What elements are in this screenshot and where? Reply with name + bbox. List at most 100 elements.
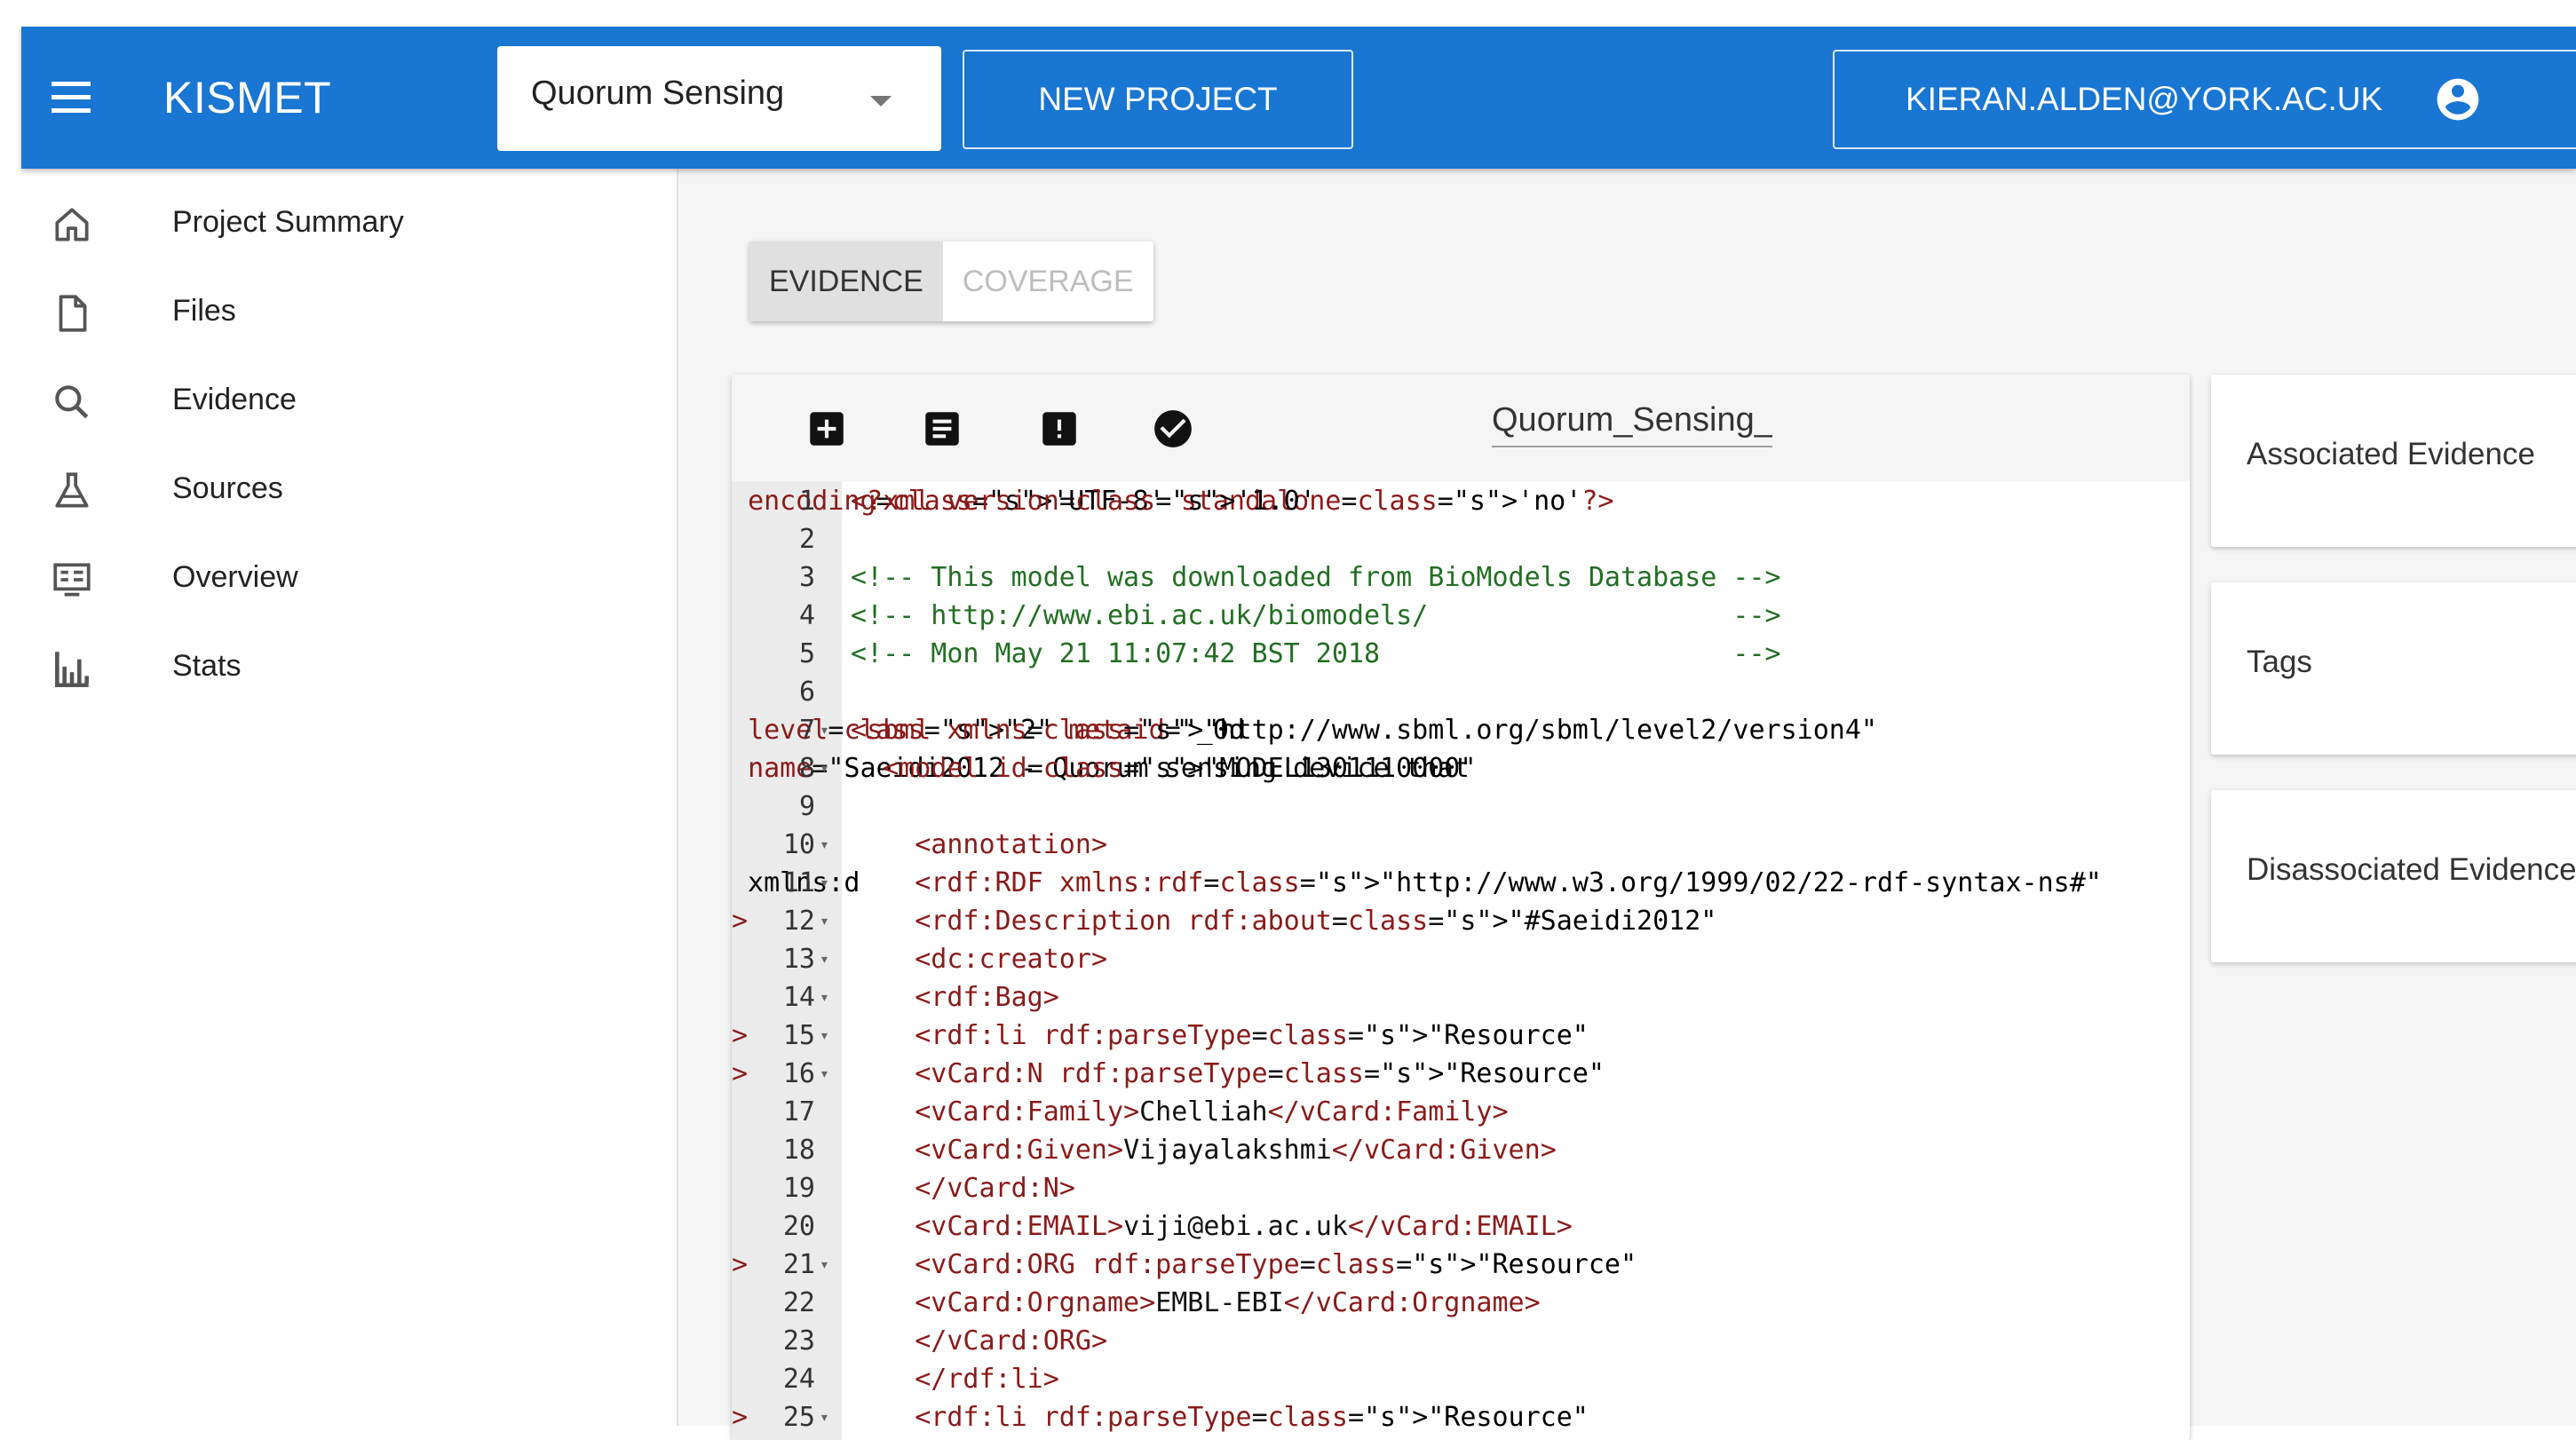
code-line[interactable]: 7 ▾ <sbml xmlns=class="s">"http://www.sbml… [732, 712, 2152, 749]
sidebar-item-project-summary[interactable]: Project Summary [0, 178, 677, 266]
code-text: <vCard:Given>Vijayalakshmi</vCard:Given> [915, 1135, 1557, 1166]
code-line[interactable]: 25 ▾ <rdf:li rdf:parseType=class="s">"Res… [732, 1399, 2152, 1436]
fold-arrow-icon[interactable]: ▾ [820, 1246, 829, 1284]
code-line[interactable]: 4 <!-- http://www.ebi.ac.uk/biomodels/ --… [732, 597, 2152, 635]
fold-arrow-icon[interactable]: ▾ [820, 865, 829, 902]
project-select-value: Quorum Sensing [531, 75, 785, 112]
sidebar-item-label: Evidence [172, 383, 297, 416]
fold-arrow-icon[interactable]: ▾ [820, 1056, 829, 1093]
tab-coverage[interactable]: COVERAGE [943, 241, 1153, 321]
chevron-down-icon [870, 96, 892, 107]
code-line[interactable]: 17 <vCard:Family>Chelliah</vCard:Family> [732, 1094, 2152, 1131]
sidebar: Project Summary Files Evidence Sources Overv… [0, 169, 678, 1426]
code-text: <rdf:li rdf:parseType=class="s">"Resourc… [915, 1402, 1589, 1433]
associated-evidence-panel[interactable]: Associated Evidence [2211, 375, 2576, 547]
line-number: 12 [782, 906, 815, 937]
sidebar-item-evidence[interactable]: Evidence [0, 355, 677, 444]
view-tabs: EVIDENCE COVERAGE [749, 241, 1153, 321]
code-line[interactable]: 18 <vCard:Given>Vijayalakshmi</vCard:Giv… [732, 1132, 2152, 1169]
line-number: 8 [798, 753, 815, 784]
code-line[interactable]: 21 ▾ <vCard:ORG rdf:parseType=class="s">"… [732, 1246, 2152, 1284]
editor-card: Quorum_Sensing_SBML... 1 <?xml version=cl… [732, 375, 2190, 1440]
code-line[interactable]: 2 [732, 521, 2152, 558]
code-text: <vCard:ORG rdf:parseType=class="s">"Reso… [915, 1249, 1637, 1280]
code-text: </vCard:ORG> [915, 1325, 1107, 1357]
fold-arrow-icon[interactable]: ▾ [820, 827, 829, 864]
code-text: <vCard:Orgname>EMBL-EBI</vCard:Orgname> [915, 1287, 1541, 1318]
line-number: 3 [798, 562, 815, 593]
sidebar-item-sources[interactable]: Sources [0, 444, 677, 533]
fold-arrow-icon[interactable]: ▾ [820, 903, 829, 940]
line-number: 17 [782, 1096, 815, 1127]
code-line[interactable]: 5 <!-- Mon May 21 11:07:42 BST 2018 --> [732, 636, 2152, 673]
fold-arrow-icon[interactable]: ▾ [820, 712, 829, 749]
tab-evidence[interactable]: EVIDENCE [749, 241, 943, 321]
fold-arrow-icon[interactable]: ▾ [820, 1017, 829, 1055]
code-line[interactable]: 13 ▾ <dc:creator> [732, 941, 2152, 978]
code-line[interactable]: 15 ▾ <rdf:li rdf:parseType=class="s">"Res… [732, 1017, 2152, 1055]
code-text: <!-- Mon May 21 11:07:42 BST 2018 --> [851, 638, 1781, 669]
code-line[interactable]: 8 ▾ <model id=class="s">"MODEL1301110000"… [732, 750, 2152, 787]
code-editor[interactable]: 1 <?xml version=class="s">'1.0' encoding=… [732, 481, 2190, 1440]
code-line[interactable]: 10 ▾ <annotation> [732, 827, 2152, 864]
line-number: 9 [798, 791, 815, 822]
tags-panel[interactable]: Tags [2211, 582, 2576, 755]
line-number: 24 [782, 1364, 815, 1395]
code-text: </rdf:li> [915, 1364, 1059, 1395]
fold-arrow-icon[interactable]: ▾ [820, 750, 829, 787]
line-number: 2 [798, 524, 815, 555]
code-text: <model id=class="s">"MODEL1301110000" [883, 753, 1477, 784]
flask-icon [55, 472, 89, 508]
code-line[interactable]: 22 <vCard:Orgname>EMBL-EBI</vCard:Orgnam… [732, 1285, 2152, 1322]
check-circle-icon[interactable] [1151, 407, 1195, 451]
code-line[interactable]: 16 ▾ <vCard:N rdf:parseType=class="s">"Re… [732, 1056, 2152, 1093]
fold-arrow-icon[interactable]: ▾ [820, 1399, 829, 1436]
app-title: KISMET [163, 73, 332, 123]
document-icon[interactable] [920, 407, 964, 451]
code-line[interactable]: 11 ▾ <rdf:RDF xmlns:rdf=class="s">"http:/… [732, 865, 2152, 902]
code-line[interactable]: 12 ▾ <rdf:Description rdf:about=class="s"… [732, 903, 2152, 940]
code-line[interactable]: 14 ▾ <rdf:Bag> [732, 979, 2152, 1017]
line-number: 14 [782, 982, 815, 1013]
panel-title: Tags [2247, 645, 2312, 679]
main-content: EVIDENCECOVERAGE Quorum_Sensing_SBML... … [678, 169, 2576, 1440]
code-line[interactable]: 24 </rdf:li> [732, 1361, 2152, 1398]
home-icon [55, 208, 89, 241]
code-line[interactable]: 19 </vCard:N> [732, 1170, 2152, 1207]
fold-arrow-icon[interactable]: ▾ [820, 941, 829, 978]
sidebar-item-files[interactable]: Files [0, 266, 677, 355]
code-text: <vCard:EMAIL>viji@ebi.ac.uk</vCard:EMAIL… [915, 1211, 1573, 1242]
user-email: KIERAN.ALDEN@YORK.AC.UK [1906, 81, 2383, 117]
code-text: <annotation> [915, 829, 1107, 860]
sidebar-item-label: Project Summary [172, 205, 404, 239]
code-text: <rdf:Description rdf:about=class="s">"#S… [915, 906, 1717, 937]
menu-icon[interactable] [46, 73, 96, 123]
line-number: 16 [782, 1058, 815, 1089]
line-number: 10 [782, 829, 815, 860]
line-number: 4 [798, 600, 815, 631]
sidebar-item-stats[interactable]: Stats [0, 621, 677, 710]
fold-arrow-icon[interactable]: ▾ [820, 979, 829, 1017]
code-line[interactable]: 3 <!-- This model was downloaded from Bio… [732, 559, 2152, 597]
new-project-button[interactable]: NEW PROJECT [963, 50, 1353, 149]
alert-icon[interactable] [1037, 407, 1082, 451]
panel-title: Disassociated Evidence [2247, 852, 2576, 887]
add-box-icon[interactable] [805, 407, 849, 451]
disassociated-evidence-panel[interactable]: Disassociated Evidence [2211, 790, 2576, 962]
project-select[interactable]: Quorum Sensing [497, 46, 941, 151]
line-number: 25 [782, 1402, 815, 1433]
user-account-button[interactable]: KIERAN.ALDEN@YORK.AC.UK [1833, 50, 2576, 149]
code-line[interactable]: 9 [732, 788, 2152, 826]
code-text: <!-- This model was downloaded from BioM… [851, 562, 1781, 593]
sidebar-item-label: Stats [172, 649, 242, 683]
code-line[interactable]: 20 <vCard:EMAIL>viji@ebi.ac.uk</vCard:EM… [732, 1208, 2152, 1246]
code-text: <dc:creator> [915, 944, 1107, 975]
sidebar-item-label: Sources [172, 471, 283, 505]
sidebar-item-overview[interactable]: Overview [0, 533, 677, 621]
code-line[interactable]: 1 <?xml version=class="s">'1.0' encoding=… [732, 483, 2152, 520]
filename-field[interactable]: Quorum_Sensing_SBML... [1492, 401, 1772, 447]
code-text: <sbml xmlns=class="s">"http://www.sbml.o… [851, 715, 1877, 746]
code-line[interactable]: 23 </vCard:ORG> [732, 1323, 2152, 1360]
code-text: <vCard:N rdf:parseType=class="s">"Resour… [915, 1058, 1605, 1089]
code-line[interactable]: 6 [732, 674, 2152, 711]
